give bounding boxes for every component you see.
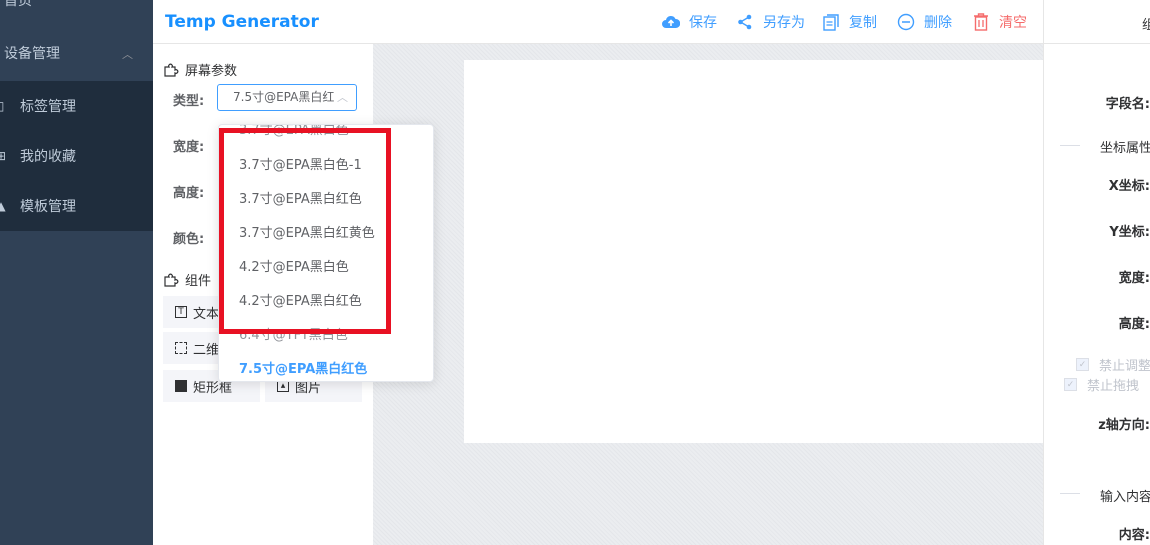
copy-button[interactable]: 复制 — [821, 12, 877, 32]
tablet-icon: ▯ — [0, 99, 5, 113]
dropdown-option[interactable]: 4.2寸@EPA黑白红色 — [239, 290, 362, 309]
puzzle-icon — [163, 62, 179, 78]
component-label: 二维 — [193, 342, 220, 358]
checkbox-icon: ✓ — [1076, 358, 1089, 371]
disable-drag-label: 禁止拖拽 — [1087, 379, 1140, 394]
type-label: 类型: — [173, 94, 205, 109]
copy-icon — [821, 13, 841, 31]
clear-label: 清空 — [999, 15, 1027, 31]
trash-icon — [971, 13, 991, 31]
type-select-value: 7.5寸@EPA黑白红 — [233, 90, 335, 104]
delete-label: 删除 — [924, 15, 952, 31]
height-label: 高度: — [1118, 317, 1150, 332]
dropdown-option[interactable]: 3.7寸@EPA黑白红色 — [239, 188, 362, 207]
disable-drag-checkbox[interactable]: ✓ 禁止拖拽 — [1064, 375, 1139, 394]
sidebar-item-label: 标签管理 — [20, 99, 76, 115]
shirt-icon: ▲ — [0, 199, 6, 213]
save-as-label: 另存为 — [763, 15, 805, 31]
app-brand: Temp Generator — [165, 12, 319, 32]
right-panel: 组 字段名: 坐标属性 X坐标: Y坐标: 宽度: 高度: ✓ 禁止调整 ✓ 禁… — [1043, 0, 1150, 545]
dropdown-option[interactable]: 3.7寸@EPA黑白色-1 — [239, 154, 362, 173]
minus-circle-icon — [896, 13, 916, 31]
content-label: 内容: — [1118, 528, 1150, 543]
save-label: 保存 — [689, 15, 717, 31]
header-toolbar: Temp Generator 保存 另存为 复制 删除 清空 — [153, 0, 1043, 44]
dropdown-option-selected[interactable]: 7.5寸@EPA黑白红色 — [239, 358, 367, 377]
text-icon: T — [175, 306, 187, 318]
components-label: 组件 — [185, 274, 212, 289]
clear-button[interactable]: 清空 — [971, 12, 1027, 32]
screen-params-label: 屏幕参数 — [185, 64, 238, 79]
delete-button[interactable]: 删除 — [896, 12, 952, 32]
design-canvas-paper[interactable] — [464, 60, 1043, 443]
disable-resize-label: 禁止调整 — [1099, 359, 1150, 374]
dropdown-option[interactable]: 6.4寸@TFT黑白色 — [239, 324, 348, 343]
sidebar-item-tags[interactable]: ▯ 标签管理 — [0, 81, 153, 131]
sidebar-group-device[interactable]: 设备管理 ︿ — [0, 28, 153, 78]
rectangle-icon — [175, 380, 187, 392]
sidebar: 首页 设备管理 ︿ ▯ 标签管理 ⊞ 我的收藏 ▲ 模板管理 — [0, 0, 153, 545]
width-label: 宽度: — [1118, 271, 1150, 286]
z-axis-label: z轴方向: — [1098, 418, 1150, 433]
input-section-title: 输入内容 — [1100, 490, 1150, 505]
screen-params-title: 屏幕参数 — [163, 60, 237, 79]
y-coord-label: Y坐标: — [1109, 225, 1150, 240]
sidebar-item-label: 模板管理 — [20, 199, 76, 215]
coord-divider — [1060, 145, 1080, 146]
sidebar-item-home[interactable]: 首页 — [4, 0, 32, 10]
qrcode-icon — [175, 342, 187, 354]
dropdown-option[interactable]: 4.2寸@EPA黑白色 — [239, 256, 349, 275]
component-label: 文本 — [193, 306, 220, 322]
sidebar-item-favorites[interactable]: ⊞ 我的收藏 — [0, 131, 153, 181]
disable-resize-checkbox[interactable]: ✓ 禁止调整 — [1076, 355, 1150, 374]
input-divider — [1060, 493, 1080, 494]
copy-label: 复制 — [849, 15, 877, 31]
components-title: 组件 — [163, 270, 211, 289]
dropdown-option[interactable]: 3.7寸@EPA黑白红黄色 — [239, 222, 375, 241]
puzzle-icon — [163, 272, 179, 288]
save-button[interactable]: 保存 — [661, 12, 717, 32]
checkbox-icon: ✓ — [1064, 378, 1077, 391]
coord-section-title: 坐标属性 — [1100, 141, 1150, 156]
save-as-button[interactable]: 另存为 — [735, 12, 805, 32]
chevron-up-icon: ︿ — [337, 91, 348, 104]
sidebar-item-label: 我的收藏 — [20, 149, 76, 165]
sidebar-item-templates[interactable]: ▲ 模板管理 — [0, 181, 153, 231]
width-label: 宽度: — [173, 140, 205, 155]
right-panel-tab[interactable]: 组 — [1142, 14, 1150, 33]
grid-icon: ⊞ — [0, 149, 7, 163]
app-root: 首页 设备管理 ︿ ▯ 标签管理 ⊞ 我的收藏 ▲ 模板管理 Temp Gene… — [0, 0, 1150, 545]
height-label: 高度: — [173, 186, 205, 201]
x-coord-label: X坐标: — [1108, 179, 1150, 194]
right-panel-header: 组 — [1044, 0, 1150, 44]
chevron-up-icon: ︿ — [122, 48, 133, 61]
field-name-label: 字段名: — [1105, 97, 1150, 112]
type-dropdown: 3.7寸@EPA黑白色 3.7寸@EPA黑白色-1 3.7寸@EPA黑白红色 3… — [218, 124, 434, 382]
cloud-upload-icon — [661, 13, 681, 31]
share-icon — [735, 13, 755, 31]
dropdown-option[interactable]: 3.7寸@EPA黑白色 — [239, 125, 349, 138]
sidebar-group-label: 设备管理 — [4, 46, 60, 62]
color-label: 颜色: — [173, 232, 205, 247]
type-select[interactable]: 7.5寸@EPA黑白红 ︿ — [217, 84, 357, 111]
